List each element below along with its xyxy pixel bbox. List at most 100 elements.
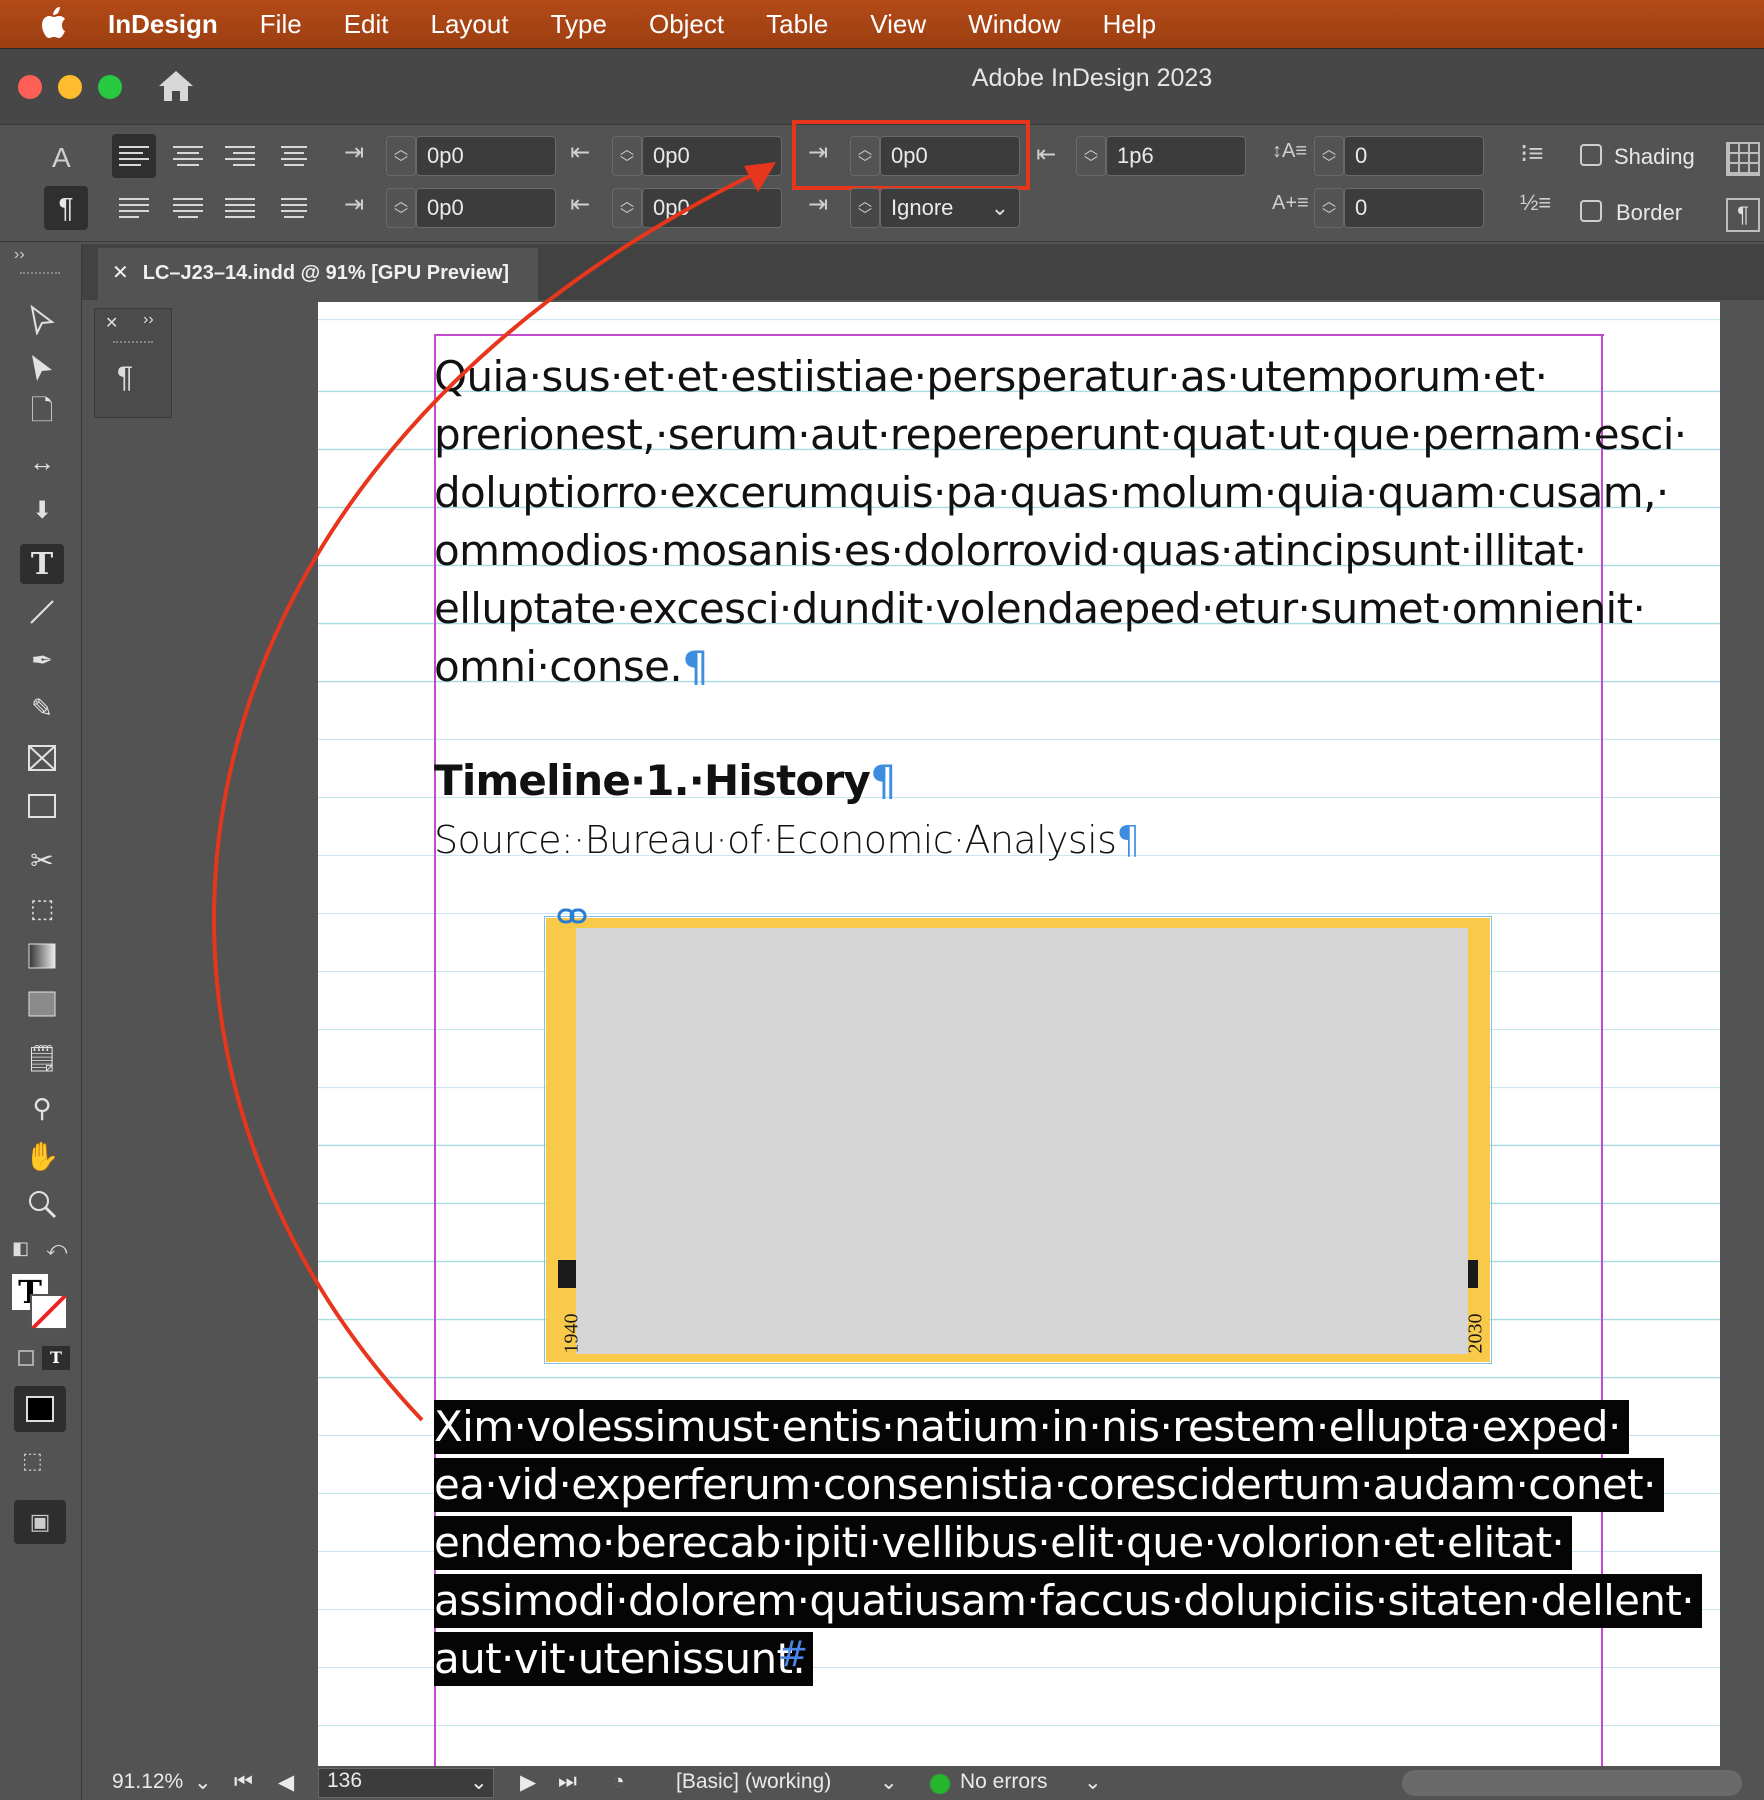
numbered-list-icon[interactable]: ½≡ (1520, 190, 1551, 216)
page-chevron-icon[interactable]: ⌄ (470, 1770, 488, 1795)
timeline-heading[interactable]: Timeline·1.·History¶ (434, 756, 897, 805)
gradient-swatch-tool-icon[interactable] (20, 936, 64, 976)
source-line[interactable]: Source:·Bureau·of·Economic·Analysis¶ (434, 818, 1140, 862)
menu-object[interactable]: Object (649, 9, 724, 40)
zoom-chevron-icon[interactable]: ⌄ (194, 1770, 212, 1795)
first-page-icon[interactable]: ⏮ (234, 1770, 253, 1794)
last-line-right-indent-field[interactable]: 0p0 (642, 188, 782, 228)
content-collector-icon[interactable]: ⬇ (20, 490, 64, 530)
justify-left-button[interactable] (112, 186, 156, 230)
stroke-swatch-icon[interactable] (30, 1294, 68, 1330)
align-to-grid-stepper[interactable]: ︿ ﹀ (850, 188, 880, 228)
align-left-button[interactable] (112, 134, 156, 178)
paragraph-formatting-icon[interactable]: ¶ (44, 186, 88, 230)
body-text-line[interactable]: Quia·sus·et·et·estiistiae·persperatur·as… (434, 348, 1548, 406)
hand-tool-icon[interactable]: ✋ (20, 1136, 64, 1176)
space-after-stepper[interactable]: ︿ ﹀ (1076, 136, 1106, 176)
justify-center-button[interactable] (166, 186, 210, 230)
screen-mode-button[interactable]: ▣ (14, 1500, 66, 1544)
align-right-button[interactable] (218, 134, 262, 178)
body-text-line[interactable]: elluptate·excesci·dundit·volendaeped·etu… (434, 580, 1646, 638)
shading-checkbox[interactable] (1580, 144, 1602, 166)
profile-chevron-icon[interactable]: ⌄ (880, 1770, 898, 1795)
paragraph-styles-panel-icon[interactable]: ¶ (1726, 198, 1760, 232)
last-page-icon[interactable]: ⏭ (558, 1770, 577, 1794)
bulleted-list-icon[interactable]: ⁝≡ (1520, 138, 1543, 169)
pencil-tool-icon[interactable]: ✎ (20, 688, 64, 728)
zoom-level[interactable]: 91.12% (112, 1770, 183, 1794)
gradient-feather-tool-icon[interactable] (20, 984, 64, 1024)
gap-tool-icon[interactable]: ↔ (20, 442, 64, 482)
panel-grip[interactable] (113, 341, 153, 343)
apple-menu-icon[interactable] (26, 0, 80, 48)
selected-text-line[interactable]: ea·vid·experferum·consenistia·corescider… (434, 1458, 1664, 1512)
pen-tool-icon[interactable]: ✒ (20, 640, 64, 680)
character-formatting-icon[interactable]: A (52, 142, 71, 174)
menu-indesign[interactable]: InDesign (108, 9, 218, 40)
body-text-line[interactable]: doluptiorro·excerumquis·pa·quas·molum·qu… (434, 464, 1669, 522)
menu-view[interactable]: View (870, 9, 926, 40)
anchor-link-icon[interactable] (556, 906, 588, 926)
menu-layout[interactable]: Layout (431, 9, 509, 40)
selected-text-line[interactable]: assimodi·dolorem·quatiusam·faccus·dolupi… (434, 1574, 1703, 1628)
selection-tool-icon[interactable] (20, 300, 64, 340)
left-indent-stepper[interactable]: ︿ ﹀ (386, 136, 416, 176)
scissors-tool-icon[interactable]: ✂ (20, 840, 64, 880)
align-away-from-spine-button[interactable] (272, 186, 316, 230)
direct-selection-tool-icon[interactable] (20, 348, 64, 388)
page-number-field[interactable]: 136 (318, 1768, 494, 1798)
expand-panel-icon[interactable]: ›› (143, 311, 154, 329)
eyedropper-tool-icon[interactable]: ⚲ (20, 1088, 64, 1128)
next-page-icon[interactable]: ▶ (520, 1770, 536, 1795)
first-line-indent-stepper[interactable]: ︿ ﹀ (386, 188, 416, 228)
zoom-tool-icon[interactable] (20, 1184, 64, 1224)
collapse-toolbox-icon[interactable]: ›› (14, 246, 25, 264)
selected-text-line[interactable]: aut·vit·utenissunt. (434, 1632, 814, 1686)
formatting-text-icon[interactable]: T (42, 1346, 70, 1370)
horizontal-scrollbar[interactable] (1402, 1770, 1742, 1796)
align-towards-spine-button[interactable] (272, 134, 316, 178)
drop-cap-chars-stepper[interactable]: ︿ ﹀ (1314, 188, 1344, 228)
document-tab[interactable]: ✕ LC–J23–14.indd @ 91% [GPU Preview] (98, 248, 538, 300)
drop-cap-chars-field[interactable]: 0 (1344, 188, 1484, 228)
menu-window[interactable]: Window (968, 9, 1060, 40)
selected-text-line[interactable]: endemo·berecab·ipiti·vellibus·elit·que·v… (434, 1516, 1573, 1570)
errors-chevron-icon[interactable]: ⌄ (1084, 1770, 1102, 1795)
border-checkbox[interactable] (1580, 200, 1602, 222)
free-transform-tool-icon[interactable]: ⬚ (20, 888, 64, 928)
swap-fill-stroke-icon[interactable]: ⤺ (46, 1238, 67, 1261)
menu-file[interactable]: File (260, 9, 302, 40)
justify-all-button[interactable] (218, 186, 262, 230)
line-tool-icon[interactable] (20, 592, 64, 632)
left-indent-field[interactable]: 0p0 (416, 136, 556, 176)
preflight-profile[interactable]: [Basic] (working) (676, 1770, 831, 1794)
right-indent-field[interactable]: 0p0 (642, 136, 782, 176)
paragraph-styles-icon[interactable]: ¶ (117, 361, 133, 395)
last-line-right-indent-stepper[interactable]: ︿ ﹀ (612, 188, 642, 228)
preflight-icon[interactable]: ◔ (612, 1770, 625, 1794)
note-tool-icon[interactable]: 🗒 (20, 1038, 64, 1078)
toolbox-grip[interactable] (20, 272, 60, 280)
selected-text-line[interactable]: Xim·volessimust·entis·natium·in·nis·rest… (434, 1400, 1629, 1454)
close-panel-icon[interactable]: ✕ (105, 313, 118, 333)
menu-help[interactable]: Help (1103, 9, 1156, 40)
formatting-container-icon[interactable] (18, 1350, 34, 1366)
table-grid-icon[interactable] (1726, 142, 1760, 176)
align-to-grid-select[interactable]: Ignore ⌄ (880, 188, 1020, 228)
right-indent-stepper[interactable]: ︿ ﹀ (612, 136, 642, 176)
type-tool-icon[interactable]: T (20, 544, 64, 584)
menu-edit[interactable]: Edit (344, 9, 389, 40)
drop-cap-lines-field[interactable]: 0 (1344, 136, 1484, 176)
first-line-indent-field[interactable]: 0p0 (416, 188, 556, 228)
previous-page-icon[interactable]: ◀ (278, 1770, 294, 1795)
page-tool-icon[interactable]: 🗋 (20, 394, 64, 434)
apply-color-button[interactable] (14, 1386, 66, 1432)
rectangle-tool-icon[interactable] (20, 786, 64, 826)
menu-table[interactable]: Table (766, 9, 828, 40)
view-mode-icon[interactable]: ⬚ (22, 1448, 43, 1474)
body-text-last-line[interactable]: omni·conse.¶ (434, 638, 709, 696)
timeline-frame[interactable]: 1940 2030 (546, 918, 1490, 1362)
space-after-field[interactable]: 1p6 (1106, 136, 1246, 176)
preflight-errors[interactable]: No errors (960, 1770, 1048, 1794)
rectangle-frame-tool-icon[interactable] (20, 738, 64, 778)
